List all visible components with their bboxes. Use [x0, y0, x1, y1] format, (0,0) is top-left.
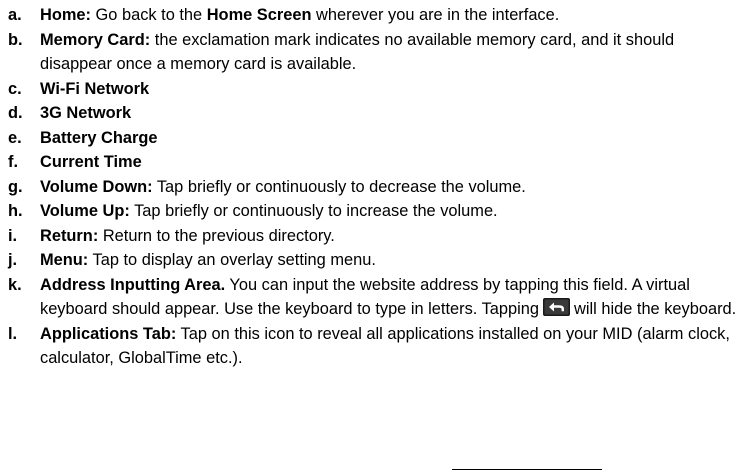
list-item-address-inputting-area: k. Address Inputting Area. You can input… — [8, 273, 742, 322]
item-text: Tap briefly or continuously to decrease … — [152, 177, 526, 196]
item-term: Volume Down: — [40, 177, 153, 196]
item-letter: b. — [8, 30, 23, 49]
item-term: Address Inputting Area. — [40, 275, 226, 294]
item-term: Volume Up: — [40, 202, 130, 220]
item-term: Battery Charge — [40, 128, 158, 147]
list-item-volume-down: g. Volume Down: Tap briefly or continuou… — [8, 175, 742, 200]
item-term: Home: — [40, 6, 91, 24]
item-text: wherever you are in the interface. — [311, 6, 560, 24]
item-letter: j. — [8, 251, 18, 269]
item-letter: k. — [8, 275, 22, 294]
item-term: Menu: — [40, 251, 89, 269]
item-letter: g. — [8, 177, 23, 196]
item-letter: i. — [8, 226, 18, 245]
item-term: Applications Tab: — [40, 324, 177, 343]
item-letter: d. — [8, 104, 23, 122]
list-item-menu: j. Menu: Tap to display an overlay setti… — [8, 248, 742, 273]
item-term: Return: — [40, 226, 99, 245]
item-term: 3G Network — [40, 104, 132, 122]
list-item-return: i. Return: Return to the previous direct… — [8, 224, 742, 249]
item-text: Tap to display an overlay setting menu. — [88, 251, 376, 269]
list-item-memory-card: b. Memory Card: the exclamation mark ind… — [8, 28, 742, 77]
list-item-3g-network: d. 3G Network — [8, 101, 742, 126]
item-letter: a. — [8, 6, 22, 24]
item-text: Return to the previous directory. — [98, 226, 335, 245]
list-item-volume-up: h. Volume Up: Tap briefly or continuousl… — [8, 199, 742, 224]
item-term: Current Time — [40, 153, 142, 171]
keyboard-hide-icon — [543, 298, 571, 316]
item-text: will hide the keyboard. — [574, 300, 737, 318]
item-letter: f. — [8, 153, 19, 171]
list-item-wifi-network: c. Wi-Fi Network — [8, 77, 742, 102]
list-item-applications-tab: l. Applications Tab: Tap on this icon to… — [8, 322, 742, 371]
list-item-current-time: f. Current Time — [8, 150, 742, 175]
item-text: Tap briefly or continuously to increase … — [129, 202, 498, 220]
item-term: Wi-Fi Network — [40, 79, 150, 98]
feature-list: a. Home: Go back to the Home Screen wher… — [8, 3, 742, 371]
item-letter: h. — [8, 202, 23, 220]
list-item-home: a. Home: Go back to the Home Screen wher… — [8, 3, 742, 28]
footer-rule — [452, 469, 602, 470]
item-letter: l. — [8, 324, 18, 343]
list-item-battery-charge: e. Battery Charge — [8, 126, 742, 151]
item-term: Memory Card: — [40, 30, 151, 49]
item-letter: c. — [8, 79, 22, 98]
item-emphasis: Home Screen — [206, 6, 312, 24]
item-text: Go back to the — [91, 6, 207, 24]
item-letter: e. — [8, 128, 22, 147]
